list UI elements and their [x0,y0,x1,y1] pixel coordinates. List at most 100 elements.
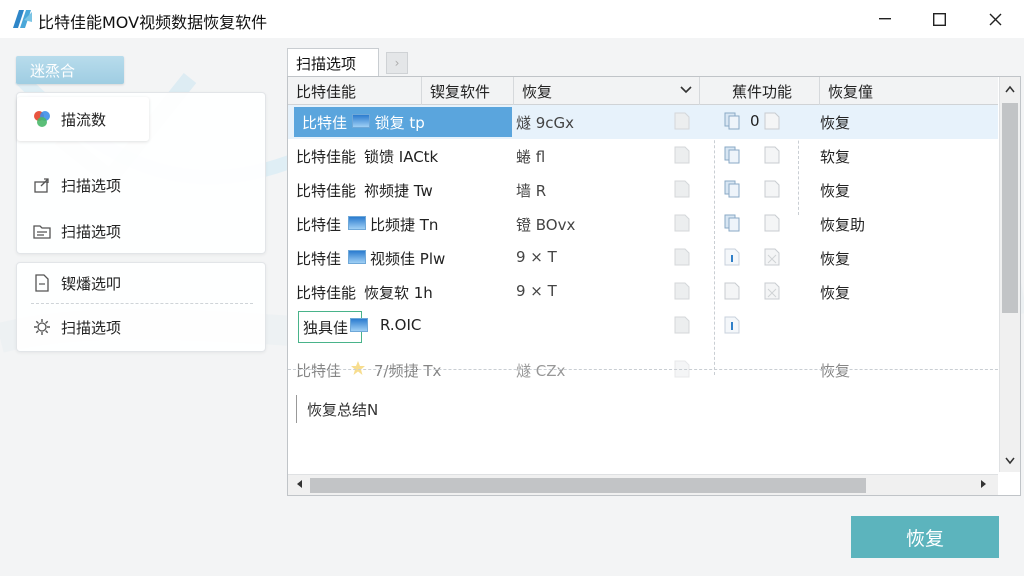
vertical-scroll-thumb[interactable] [1002,103,1018,313]
info-file-icon[interactable] [724,241,750,275]
sidebar-tag: 迷烝合 [16,56,124,84]
document-icon [764,139,790,173]
close-button[interactable] [972,0,1018,38]
status-cell: 软复 [820,148,851,166]
status-cell: 恢复 [820,182,851,200]
column-header-recover[interactable]: 恢复 [514,77,700,105]
horizontal-scrollbar[interactable] [288,474,998,495]
recover-cell: 墙 R [516,182,547,200]
sidebar-item-options-3[interactable]: 锲燔选叩 [31,269,121,297]
table-row[interactable]: 比特佳 7/频捷 Tx 燧 CZx 恢复 [288,353,998,387]
file-flag-icon [674,105,698,139]
sidebar-item-options-4[interactable]: 扫描选项 [31,313,121,341]
chevron-up-icon[interactable] [1005,83,1015,96]
table-row[interactable]: 比特佳 比频捷 Tn 镫 BOvx 恢复助 [288,207,998,241]
sidebar-item-scan-options-1[interactable]: 扫描选项 [31,171,121,199]
summary-input[interactable]: 恢复总结N [296,395,378,423]
maximize-button[interactable] [916,0,962,38]
file-flag-icon [674,241,698,275]
chevron-left-icon[interactable] [295,479,303,492]
vertical-scrollbar[interactable] [999,77,1020,472]
star-icon [350,353,370,387]
column-header-status[interactable]: 恢复僮 [820,77,998,105]
document-icon[interactable] [724,275,750,309]
horizontal-scroll-thumb[interactable] [310,478,866,493]
file-flag-icon [674,139,698,173]
sidebar-item-label: 描流数 [61,110,107,129]
table-row[interactable]: 独具佳 R.OIC [288,309,998,345]
sidebar-item-label: 锲燔选叩 [61,274,122,293]
chevron-down-icon[interactable] [680,85,692,95]
status-cell: 恢复 [820,114,851,132]
sidebar-item-active[interactable]: 描流数 [17,97,149,141]
status-cell: 恢复 [820,362,851,380]
type-cell: 视频佳 Plw [370,250,446,268]
gear-icon [31,316,53,338]
document-icon [764,207,790,241]
video-thumbnail-icon [348,207,368,241]
sidebar-divider [31,303,253,304]
type-cell: 锁馈 IACtk [364,148,439,166]
type-cell: 比频捷 Tn [370,216,439,234]
sidebar-item-label: 扫描选项 [61,176,122,195]
video-thumbnail-icon [350,309,370,343]
name-cell: 比特佳能 [296,182,357,200]
feature-count: 0 [750,112,760,130]
tab-scroll-button[interactable]: › [386,52,408,74]
table-row[interactable]: 比特佳能 恢复软 1h 9 × T 恢复 [288,275,998,309]
app-logo-icon [13,10,32,28]
type-cell: 7/频捷 Tx [374,362,442,380]
info-file-icon[interactable] [724,309,750,343]
table-row[interactable]: 比特佳能 锁馈 IACtk 蜷 fl 软复 [288,139,998,173]
minimize-button[interactable] [862,0,908,38]
video-thumbnail-icon [351,114,370,128]
file-flag-icon [674,173,698,207]
recover-cell: 燧 9cGx [516,114,575,132]
name-cell: 比特佳能 [296,148,357,166]
recover-cell: 蜷 fl [516,148,546,166]
file-flag-icon [674,353,698,387]
table-row[interactable]: 比特佳能 祢频捷 Tw 墙 R 恢复 [288,173,998,207]
document-icon [31,272,53,294]
tab-scan-options[interactable]: 扫描选项 [287,48,379,76]
column-header-features[interactable]: 蕉件功能 [724,77,820,105]
table-row[interactable]: 比特佳 锁复 tp 燧 9cGx 0 恢复 [288,105,998,139]
recover-button[interactable]: 恢复 [851,516,999,558]
column-header-name[interactable]: 比特佳能 [288,77,422,105]
file-table: 比特佳能 锲复软件 恢复 蕉件功能 恢复僮 比特佳 锁复 tp 燧 9cGx 0… [287,76,1021,496]
copy-files-icon[interactable] [724,173,750,207]
selected-file-name: 比特佳 锁复 tp [294,107,512,137]
window-title: 比特佳能MOV视频数据恢复软件 [38,13,268,32]
folder-icon [31,220,53,242]
recover-cell: 镫 BOvx [516,216,576,234]
sidebar-panel-options: 锲燔选叩 扫描选项 [16,262,266,352]
file-flag-icon [674,309,698,343]
chevron-down-icon[interactable] [1005,455,1015,468]
sidebar-item-label: 扫描选项 [61,222,122,241]
maximize-icon [932,12,946,26]
export-icon [31,174,53,196]
recover-cell: 燧 CZx [516,362,566,380]
copy-files-icon[interactable] [724,139,750,173]
table-header: 比特佳能 锲复软件 恢复 蕉件功能 恢复僮 [288,77,998,105]
chevron-right-icon[interactable] [980,479,988,492]
column-header-type[interactable]: 锲复软件 [422,77,514,105]
table-row[interactable]: 比特佳 视频佳 Plw 9 × T 恢复 [288,241,998,275]
document-icon [764,105,790,139]
type-cell: 恢复软 1h [364,284,433,302]
status-cell: 恢复助 [820,216,866,234]
sidebar-item-scan-options-2[interactable]: 扫描选项 [31,217,121,245]
copy-files-icon[interactable] [724,207,750,241]
file-flag-icon [674,275,698,309]
recover-cell: 9 × T [516,248,557,266]
row-divider [288,369,1018,370]
title-bar: 比特佳能MOV视频数据恢复软件 [0,0,1024,38]
broken-file-icon [764,241,790,275]
copy-files-icon[interactable] [724,105,750,139]
chevron-right-icon: › [394,56,400,70]
recover-cell: 9 × T [516,282,557,300]
video-thumbnail-icon [348,241,368,275]
name-cell: 比特佳能 [296,284,357,302]
close-icon [989,13,1001,25]
document-icon [764,173,790,207]
